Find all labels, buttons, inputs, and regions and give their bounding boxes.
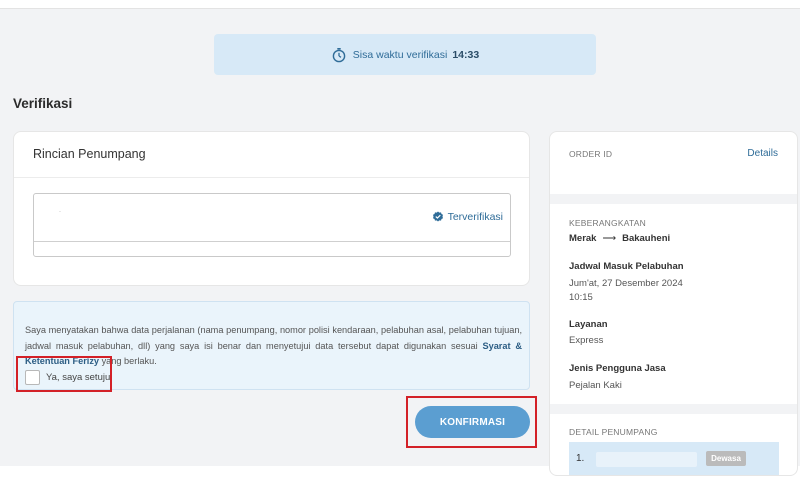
stopwatch-icon bbox=[332, 47, 346, 62]
user-type-label: Jenis Pengguna Jasa bbox=[569, 363, 666, 374]
schedule-label: Jadwal Masuk Pelabuhan bbox=[569, 261, 684, 272]
divider bbox=[14, 177, 529, 178]
consent-text-part: Saya menyatakan bahwa data perjalanan (n… bbox=[25, 325, 522, 351]
verified-status: Terverifikasi bbox=[432, 211, 503, 223]
service-label: Layanan bbox=[569, 319, 608, 330]
order-id-label: ORDER ID bbox=[569, 149, 613, 159]
page-background: Sisa waktu verifikasi 14:33 Verifikasi R… bbox=[0, 8, 800, 476]
button-highlight-box bbox=[406, 396, 537, 448]
details-link[interactable]: Details bbox=[747, 148, 778, 159]
route: Merak ⟶ Bakauheni bbox=[569, 233, 670, 244]
section-divider bbox=[550, 194, 797, 204]
user-type-value: Pejalan Kaki bbox=[569, 380, 622, 391]
passenger-row: 1. Dewasa bbox=[569, 442, 779, 475]
page-title: Verifikasi bbox=[13, 96, 73, 111]
passenger-details-card: Rincian Penumpang · Terverifikasi bbox=[13, 131, 530, 286]
divider bbox=[34, 241, 510, 242]
schedule-time: 10:15 bbox=[569, 292, 593, 303]
passenger-type-badge: Dewasa bbox=[706, 451, 746, 466]
passenger-detail-label: DETAIL PENUMPANG bbox=[569, 427, 658, 437]
checkbox-highlight-box bbox=[16, 356, 112, 392]
verified-check-icon bbox=[432, 211, 443, 222]
arrow-right-icon: ⟶ bbox=[602, 233, 617, 244]
timer-label: Sisa waktu verifikasi bbox=[352, 48, 448, 61]
passenger-number: 1. bbox=[576, 453, 585, 464]
route-destination: Bakauheni bbox=[622, 233, 671, 244]
timer-value: 14:33 bbox=[452, 48, 480, 61]
departure-label: KEBERANGKATAN bbox=[569, 218, 646, 228]
section-divider bbox=[550, 404, 797, 414]
route-origin: Merak bbox=[569, 233, 597, 244]
schedule-date: Jum'at, 27 Desember 2024 bbox=[569, 278, 683, 289]
passenger-details-title: Rincian Penumpang bbox=[33, 147, 146, 161]
service-value: Express bbox=[569, 335, 604, 346]
passenger-entry: · Terverifikasi bbox=[33, 193, 511, 257]
verified-label: Terverifikasi bbox=[447, 211, 503, 223]
verification-timer: Sisa waktu verifikasi 14:33 bbox=[214, 34, 596, 75]
passenger-name-redacted: · bbox=[59, 209, 61, 215]
order-summary-panel: ORDER ID Details KEBERANGKATAN Merak ⟶ B… bbox=[549, 131, 798, 476]
passenger-name-redacted bbox=[596, 452, 697, 467]
